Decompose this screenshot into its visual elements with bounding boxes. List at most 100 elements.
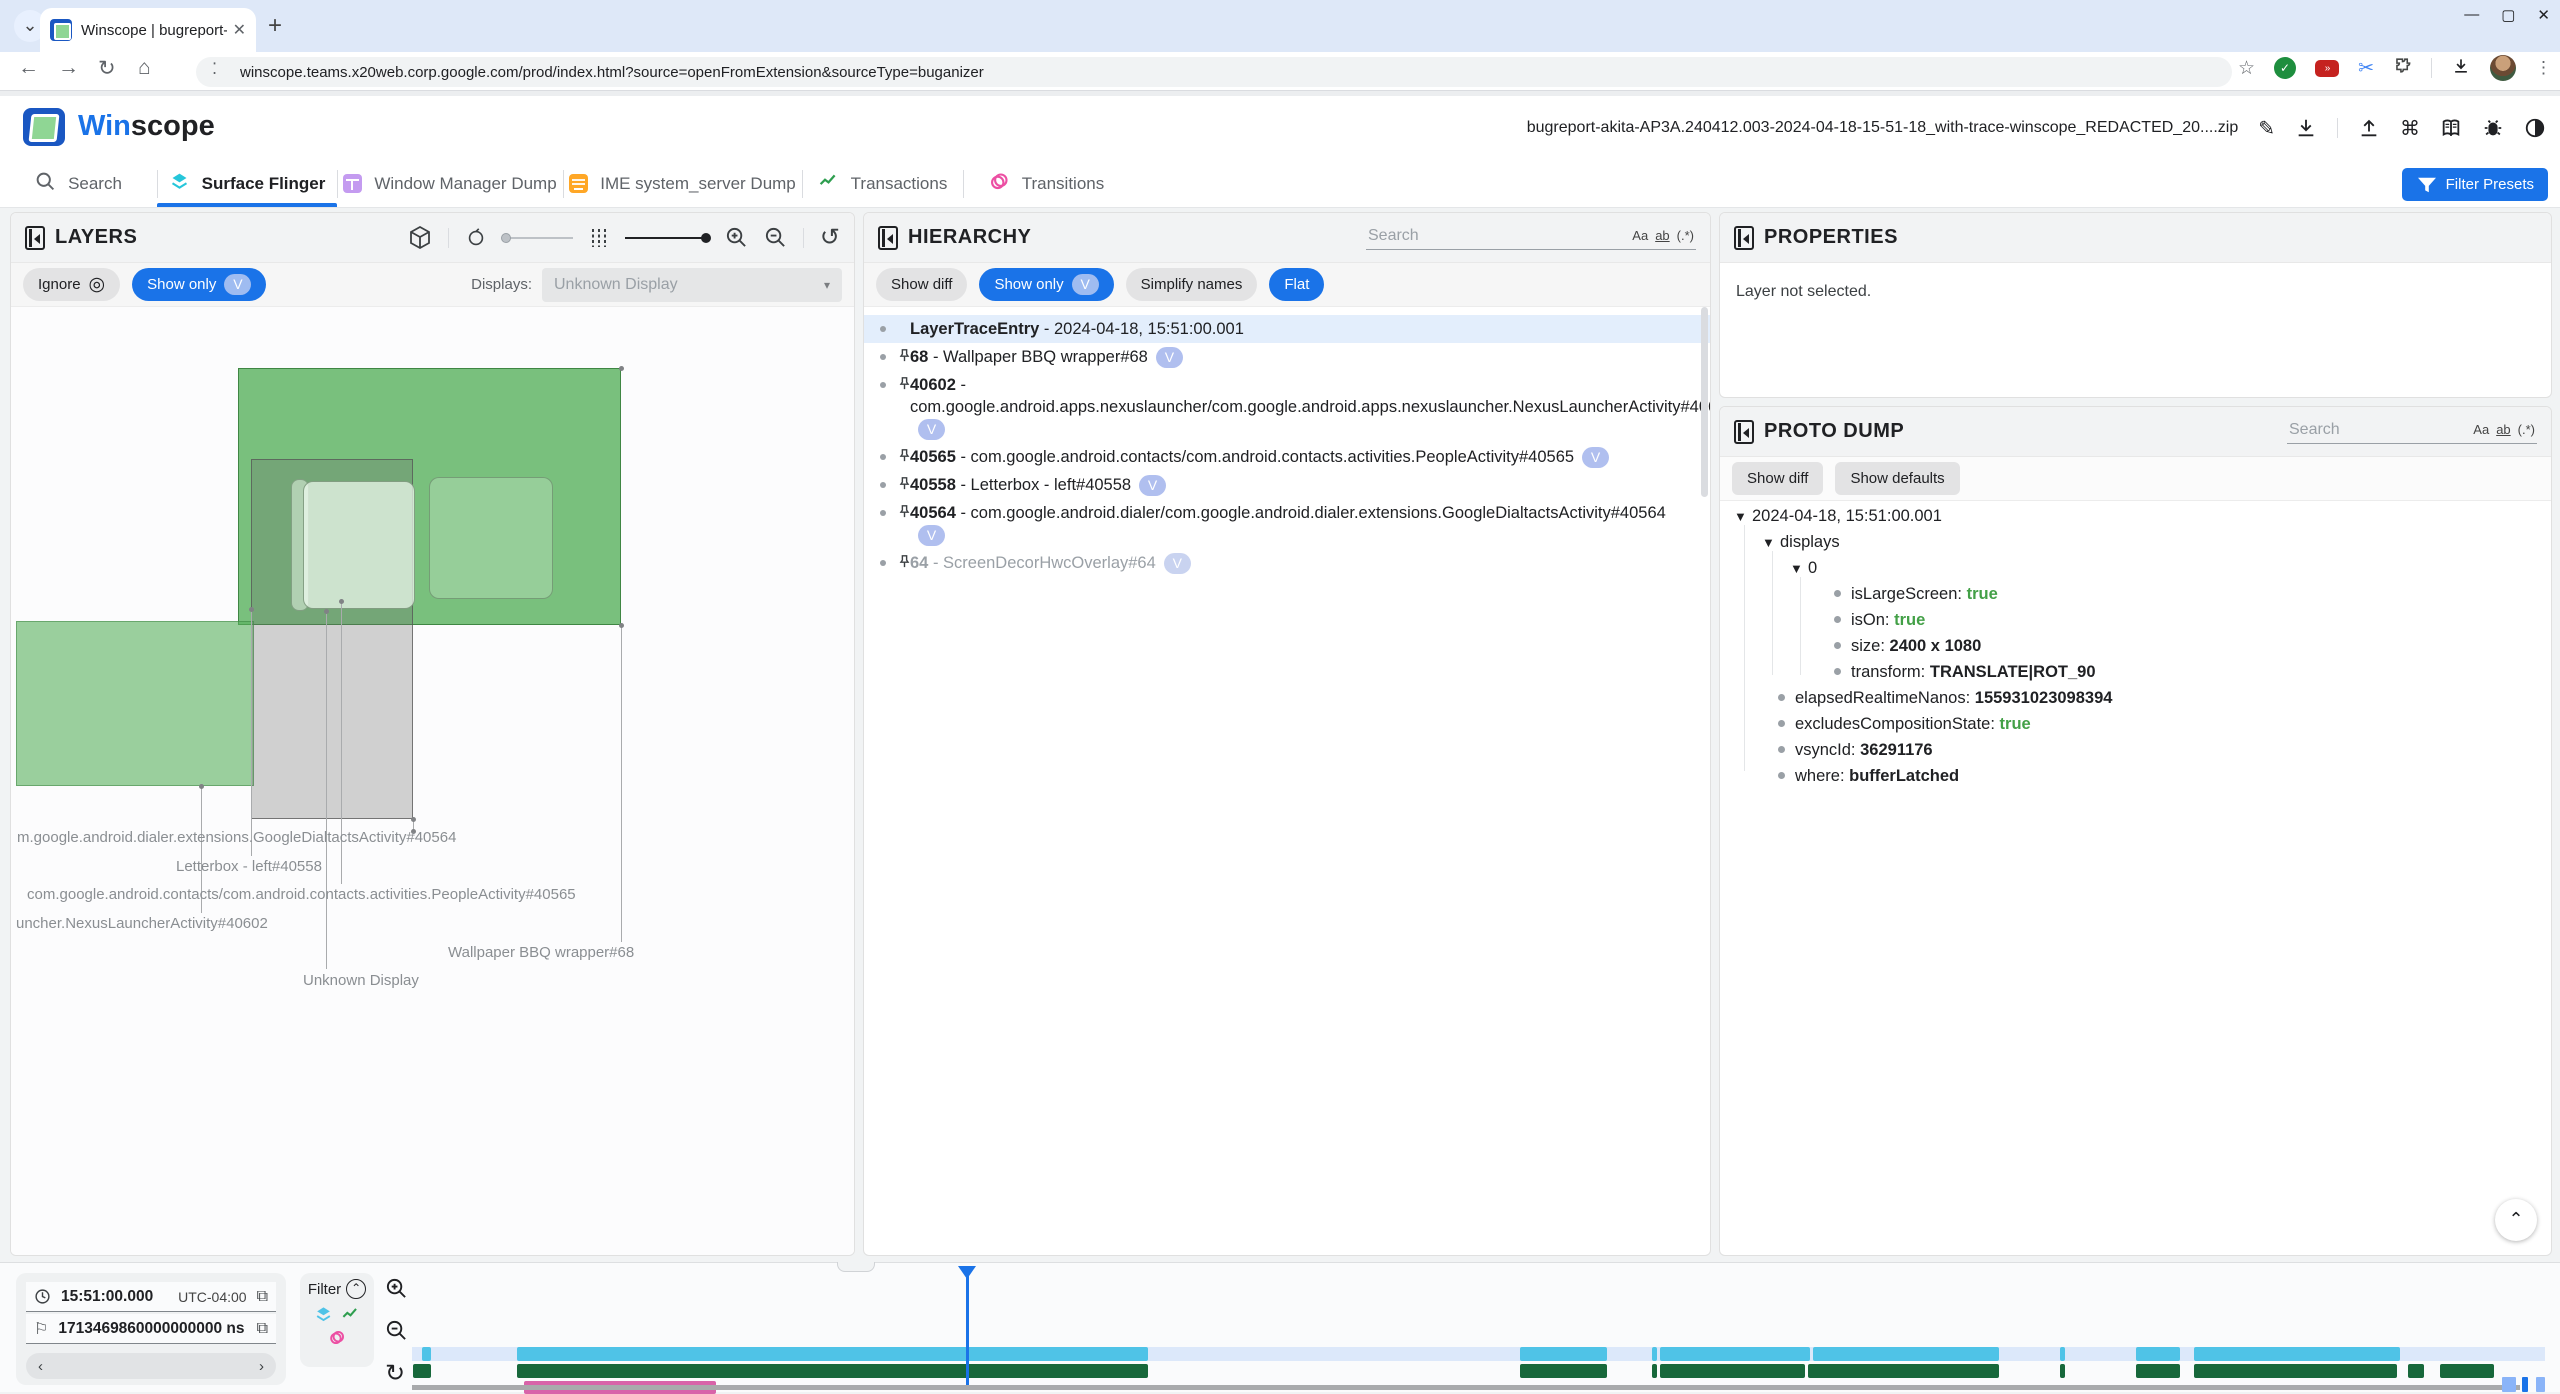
proto-property[interactable]: transform: TRANSLATE|ROT_90 (1734, 659, 2541, 685)
visibility-chip[interactable]: V (1156, 347, 1183, 368)
collapse-panel-icon[interactable] (878, 226, 898, 250)
upload-trace-icon[interactable] (2358, 117, 2380, 139)
surface-flinger-row-segment[interactable] (1813, 1347, 1999, 1361)
proto-node[interactable]: ▼2024-04-18, 15:51:00.001 (1734, 503, 2541, 529)
proto-show-defaults-button[interactable]: Show defaults (1835, 462, 1959, 495)
hierarchy-tree-item[interactable]: 40558 - Letterbox - left#40558V (864, 471, 1710, 499)
transactions-row-segment[interactable] (1520, 1364, 1607, 1378)
window-maximize-icon[interactable]: ▢ (2501, 6, 2515, 24)
timeline-zoom-out-icon[interactable] (385, 1319, 408, 1348)
expand-arrow-icon[interactable]: ▼ (1790, 556, 1808, 582)
extensions-puzzle-icon[interactable] (2393, 56, 2412, 80)
zoom-in-icon[interactable] (725, 226, 748, 249)
surface-flinger-row-segment[interactable] (517, 1347, 1148, 1361)
timeline-reset-zoom-icon[interactable]: ↻ (385, 1359, 405, 1388)
proto-property[interactable]: vsyncId: 36291176 (1734, 737, 2541, 763)
hierarchy-tree-item[interactable]: 40564 - com.google.android.dialer/com.go… (864, 499, 1710, 549)
surface-flinger-row-segment[interactable] (1660, 1347, 1810, 1361)
visibility-chip[interactable]: V (918, 525, 945, 546)
surface-flinger-row-segment[interactable] (2194, 1347, 2400, 1361)
transactions-row-segment[interactable] (2440, 1364, 2494, 1378)
show-only-button[interactable]: Show only V (979, 268, 1113, 301)
tab-search[interactable]: Search (0, 160, 157, 207)
transactions-row-segment[interactable] (1660, 1364, 1805, 1378)
shortcuts-icon[interactable]: ⌘ (2400, 116, 2420, 141)
rotation-slider[interactable] (503, 237, 573, 239)
timeline-scrollbar[interactable] (412, 1385, 2520, 1390)
3d-view-icon[interactable] (408, 225, 432, 251)
visibility-chip[interactable]: V (1139, 475, 1166, 496)
match-word-icon[interactable]: ab (2496, 422, 2510, 437)
pin-icon[interactable] (896, 503, 913, 526)
match-case-icon[interactable]: Aa (1632, 228, 1648, 243)
pin-icon[interactable] (896, 553, 913, 576)
forward-icon[interactable]: → (58, 56, 79, 80)
visibility-chip[interactable]: V (1164, 553, 1191, 574)
transactions-row-segment[interactable] (2408, 1364, 2424, 1378)
scrollbar-marker[interactable] (2536, 1377, 2545, 1392)
window-minimize-icon[interactable]: — (2464, 6, 2479, 24)
proto-property[interactable]: excludesCompositionState: true (1734, 711, 2541, 737)
collapse-panel-icon[interactable] (1734, 226, 1754, 250)
transactions-row-segment[interactable] (2136, 1364, 2180, 1378)
hierarchy-tree-item[interactable]: 40565 - com.google.android.contacts/com.… (864, 443, 1710, 471)
reset-view-icon[interactable]: ↺ (820, 223, 840, 252)
hierarchy-search-input[interactable] (1368, 227, 1622, 245)
hierarchy-tree-item[interactable]: 64 - ScreenDecorHwcOverlay#64V (864, 549, 1710, 577)
report-bug-icon[interactable] (2482, 117, 2504, 139)
copy-ns-icon[interactable]: ⧉ (257, 1320, 268, 1338)
transactions-row-segment[interactable] (2060, 1364, 2065, 1378)
current-time-field[interactable]: 15:51:00.000 UTC-04:00 ⧉ (26, 1282, 276, 1312)
collapse-panel-icon[interactable] (25, 226, 45, 250)
surface-flinger-row-segment[interactable] (2060, 1347, 2065, 1361)
transitions-filter-icon[interactable] (328, 1328, 347, 1347)
url-bar[interactable]: winscope.teams.x20web.corp.google.com/pr… (196, 57, 2232, 87)
scissors-extension-icon[interactable]: ✂ (2358, 57, 2374, 80)
proto-node[interactable]: ▼0 (1734, 555, 2541, 581)
match-word-icon[interactable]: ab (1655, 228, 1669, 243)
edit-file-icon[interactable]: ✎ (2258, 116, 2275, 141)
tab-transitions[interactable]: Transitions (963, 160, 1130, 207)
browser-menu-icon[interactable]: ⋮ (2535, 58, 2552, 78)
transactions-row-segment[interactable] (413, 1364, 431, 1378)
surface-flinger-row-segment[interactable] (1652, 1347, 1657, 1361)
prev-frame-icon[interactable]: ‹ (38, 1358, 43, 1375)
hierarchy-tree-item[interactable]: LayerTraceEntry - 2024-04-18, 15:51:00.0… (864, 315, 1710, 343)
surface-flinger-filter-icon[interactable] (314, 1305, 333, 1324)
proto-property[interactable]: isOn: true (1734, 607, 2541, 633)
transactions-filter-icon[interactable] (341, 1305, 360, 1324)
transactions-row-segment[interactable] (1808, 1364, 1999, 1378)
ignore-button[interactable]: Ignore ◎ (23, 268, 120, 301)
site-settings-icon[interactable] (212, 65, 228, 79)
bookmark-star-icon[interactable]: ☆ (2238, 57, 2255, 80)
dark-mode-icon[interactable] (2524, 117, 2546, 139)
timeline-cursor-line[interactable] (966, 1273, 969, 1385)
show-diff-button[interactable]: Show diff (876, 268, 967, 301)
tab-window-manager-dump[interactable]: Window Manager Dump (337, 160, 563, 207)
pin-icon[interactable] (896, 375, 913, 398)
tab-close-icon[interactable]: ✕ (233, 20, 246, 40)
simplify-names-button[interactable]: Simplify names (1126, 268, 1258, 301)
flat-button[interactable]: Flat (1269, 268, 1324, 301)
visibility-chip[interactable]: V (918, 419, 945, 440)
tab-transactions[interactable]: Transactions (802, 160, 963, 207)
copy-time-icon[interactable]: ⧉ (257, 1288, 268, 1306)
home-icon[interactable]: ⌂ (138, 56, 151, 80)
proto-property[interactable]: isLargeScreen: true (1734, 581, 2541, 607)
match-regex-icon[interactable]: (.*) (1677, 228, 1694, 243)
tab-surface-flinger[interactable]: Surface Flinger (157, 160, 337, 207)
browser-tab[interactable]: Winscope | bugreport-ak ✕ (40, 8, 256, 52)
download-trace-icon[interactable] (2295, 117, 2317, 139)
scrollbar-marker[interactable] (2522, 1377, 2528, 1392)
new-tab-button[interactable]: + (268, 12, 282, 40)
collapse-panel-icon[interactable] (1734, 420, 1754, 444)
collapse-filter-icon[interactable]: ⌃ (346, 1279, 366, 1299)
profile-avatar[interactable] (2490, 55, 2516, 81)
layer-rect[interactable] (429, 477, 553, 599)
pin-icon[interactable] (896, 447, 913, 470)
transactions-row-segment[interactable] (517, 1364, 1148, 1378)
surface-flinger-row-segment[interactable] (2136, 1347, 2180, 1361)
timeline-expand-handle[interactable] (837, 1262, 875, 1272)
extension-red-icon[interactable]: » (2315, 60, 2339, 77)
layers-canvas[interactable]: m.google.android.dialer.extensions.Googl… (11, 307, 854, 1255)
